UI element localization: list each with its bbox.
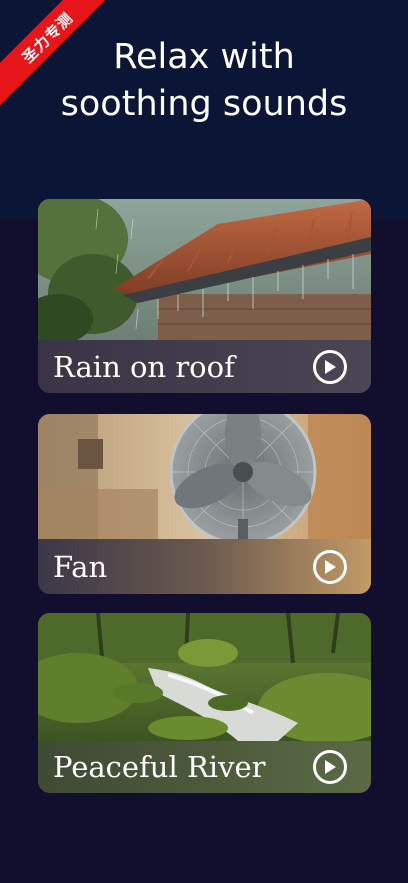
title-line-2: soothing sounds [60, 84, 348, 124]
card-title: Fan [53, 549, 108, 584]
sound-card-rain[interactable]: Rain on roof [38, 199, 371, 393]
card-footer: Fan [38, 539, 371, 594]
play-button[interactable] [313, 750, 347, 784]
sound-card-river[interactable]: Peaceful River [38, 613, 371, 793]
title-line-1: Relax with [113, 37, 295, 77]
play-button[interactable] [313, 349, 347, 384]
sound-card-fan[interactable]: Fan [38, 414, 371, 594]
fan-photo [38, 414, 371, 539]
card-footer: Rain on roof [38, 340, 371, 393]
river-photo [38, 613, 371, 741]
card-footer: Peaceful River [38, 741, 371, 793]
play-icon [325, 760, 336, 774]
rain-roof-photo [38, 199, 371, 340]
card-title: Peaceful River [53, 750, 266, 784]
play-icon [325, 559, 336, 574]
play-button[interactable] [313, 549, 347, 584]
play-icon [325, 359, 336, 374]
card-title: Rain on roof [53, 349, 235, 384]
page-title: Relax with soothing sounds [0, 34, 408, 128]
